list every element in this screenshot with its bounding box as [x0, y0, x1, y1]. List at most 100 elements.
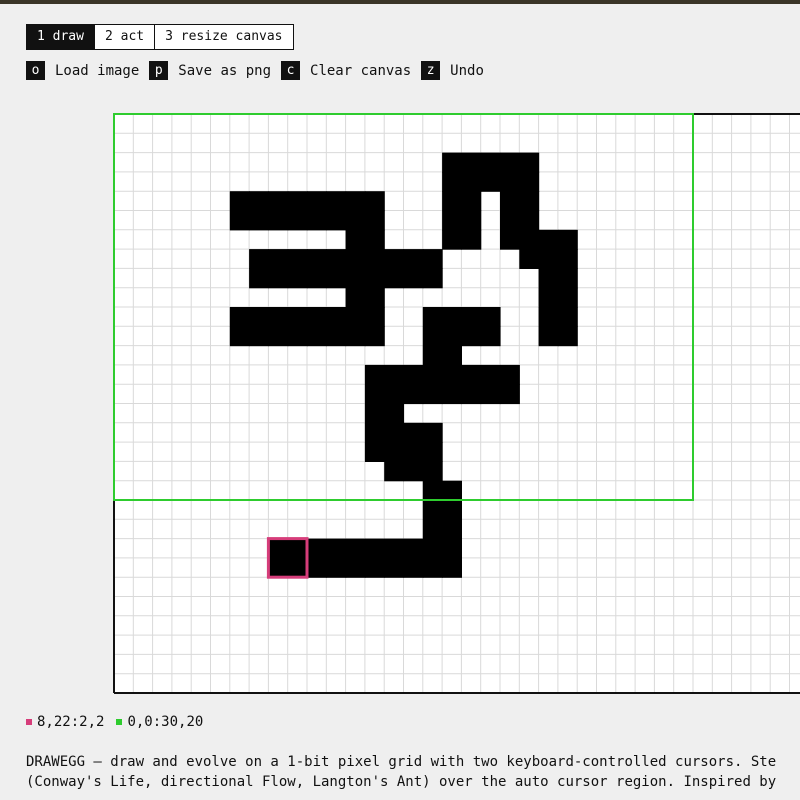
filled-pixel [442, 229, 462, 250]
filled-pixel [345, 538, 366, 559]
filled-pixel [461, 229, 482, 250]
filled-pixel [326, 268, 347, 289]
filled-pixel [307, 307, 327, 327]
filled-pixel [326, 538, 347, 559]
filled-pixel [307, 249, 327, 269]
filled-pixel [403, 538, 424, 559]
filled-pixel [461, 326, 482, 347]
filled-pixel [442, 152, 462, 173]
filled-pixel [500, 229, 520, 250]
filled-pixel [307, 557, 327, 578]
filled-pixel [461, 307, 482, 327]
filled-pixel [422, 307, 443, 327]
auto-cursor-swatch [116, 719, 123, 725]
canvas-area [0, 0, 800, 800]
filled-pixel [229, 191, 250, 212]
filled-pixel [249, 307, 269, 327]
description: DRAWEGG — draw and evolve on a 1-bit pix… [26, 752, 800, 792]
filled-pixel [442, 345, 462, 366]
filled-pixel [442, 191, 462, 212]
filled-pixel [326, 210, 347, 231]
filled-pixel [403, 268, 424, 289]
filled-pixel [345, 268, 366, 289]
filled-pixel [422, 519, 443, 540]
filled-pixel [307, 268, 327, 289]
filled-pixel [364, 307, 385, 327]
filled-pixel [364, 403, 385, 424]
filled-pixel [345, 210, 366, 231]
filled-pixel [538, 326, 559, 347]
filled-pixel [249, 210, 269, 231]
filled-pixel [461, 384, 482, 405]
filled-pixel [364, 442, 385, 462]
filled-pixel [384, 461, 405, 482]
filled-pixel [403, 442, 424, 462]
filled-pixel [519, 171, 540, 192]
filled-pixel [287, 249, 308, 269]
auto-cursor-status: 0,0:30,20 [116, 714, 203, 730]
filled-pixel [229, 326, 250, 347]
filled-pixel [403, 557, 424, 578]
filled-pixel [442, 480, 462, 501]
filled-pixel [268, 191, 289, 212]
filled-pixel [422, 422, 443, 443]
filled-pixel [422, 384, 443, 405]
filled-pixel [384, 249, 405, 269]
filled-pixel [268, 326, 289, 347]
filled-pixel [364, 210, 385, 231]
filled-pixel [442, 307, 462, 327]
filled-pixel [307, 326, 327, 347]
filled-pixel [538, 268, 559, 289]
filled-pixel [442, 519, 462, 540]
filled-pixel [287, 268, 308, 289]
filled-pixel [442, 557, 462, 578]
filled-pixel [480, 364, 501, 385]
filled-pixel [461, 210, 482, 231]
filled-pixel [557, 268, 578, 289]
filled-pixel [307, 191, 327, 212]
filled-pixel [345, 229, 366, 250]
filled-pixel [500, 191, 520, 212]
filled-pixel [364, 557, 385, 578]
filled-pixel [345, 307, 366, 327]
filled-pixel [480, 307, 501, 327]
filled-pixel [364, 384, 385, 405]
description-line-1: DRAWEGG — draw and evolve on a 1-bit pix… [26, 754, 777, 770]
filled-pixel [287, 210, 308, 231]
filled-pixel [326, 557, 347, 578]
description-line-2: (Conway's Life, directional Flow, Langto… [26, 774, 777, 790]
pixel-canvas[interactable] [0, 0, 800, 800]
filled-pixel [384, 403, 405, 424]
filled-pixel [403, 461, 424, 482]
filled-pixel [326, 326, 347, 347]
filled-pixel [229, 210, 250, 231]
filled-pixel [384, 557, 405, 578]
filled-pixel [500, 152, 520, 173]
filled-pixel [557, 326, 578, 347]
filled-pixel [519, 191, 540, 212]
filled-pixel [364, 249, 385, 269]
filled-pixel [422, 480, 443, 501]
filled-pixel [287, 191, 308, 212]
filled-pixel [229, 307, 250, 327]
filled-pixel [519, 210, 540, 231]
filled-pixel [538, 249, 559, 269]
manual-cursor-coords: 8,22:2,2 [37, 714, 105, 730]
filled-pixel [442, 171, 462, 192]
filled-pixel [364, 268, 385, 289]
filled-pixel [403, 384, 424, 405]
filled-pixel [364, 538, 385, 559]
filled-pixel [345, 191, 366, 212]
filled-pixel [384, 442, 405, 462]
filled-pixel [422, 364, 443, 385]
filled-pixel [422, 268, 443, 289]
filled-pixel [249, 191, 269, 212]
auto-cursor-coords: 0,0:30,20 [127, 714, 204, 730]
filled-pixel [480, 326, 501, 347]
filled-pixel [268, 268, 289, 289]
filled-pixel [326, 249, 347, 269]
filled-pixel [442, 364, 462, 385]
filled-pixel [345, 249, 366, 269]
filled-pixel [249, 268, 269, 289]
filled-pixel [364, 191, 385, 212]
